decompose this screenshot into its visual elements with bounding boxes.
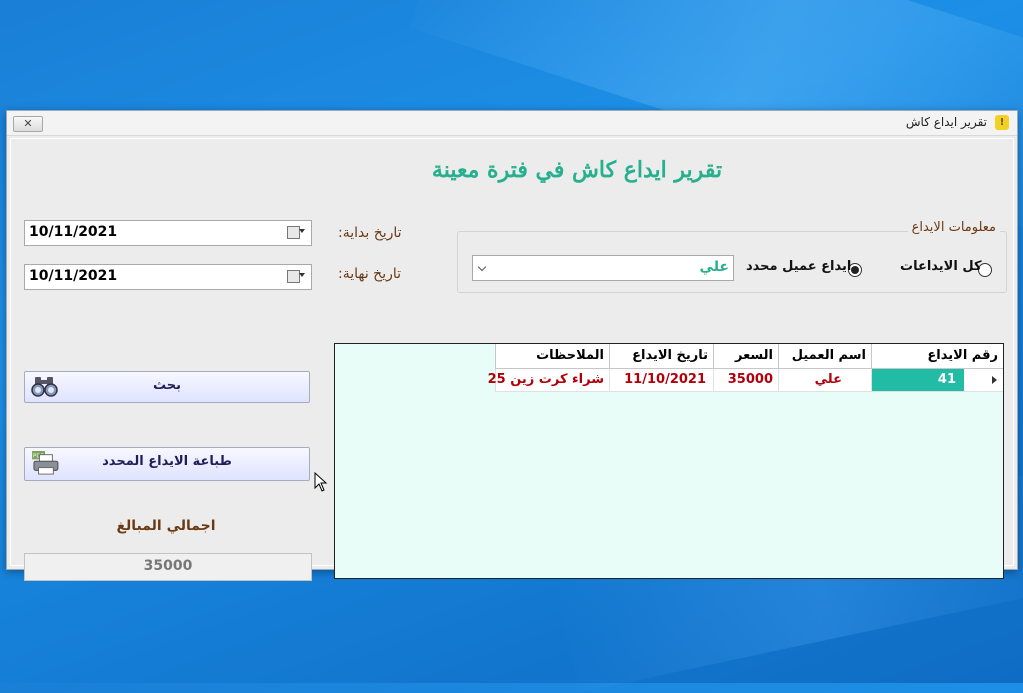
row-selector-icon <box>992 376 997 384</box>
customer-select[interactable]: علي <box>472 255 734 281</box>
cell-price[interactable]: 35000 <box>713 369 779 391</box>
page-title: تقرير ايداع كاش في فترة معينة <box>431 157 723 183</box>
end-date-value: 10/11/2021 <box>29 268 118 284</box>
print-selected-button[interactable]: PDF طباعة الايداع المحدد <box>24 447 310 481</box>
cell-date[interactable]: 11/10/2021 <box>609 369 714 391</box>
end-date-picker[interactable]: 10/11/2021 <box>24 264 312 290</box>
search-button-label: بحث <box>152 378 181 393</box>
column-header-price[interactable]: السعر <box>713 344 779 368</box>
search-button[interactable]: بحث <box>24 371 310 403</box>
deposit-info-title: معلومات الايداع <box>907 220 1000 235</box>
report-window: ✕ تقرير ايداع كاش ! تقرير ايداع كاش في ف… <box>6 110 1018 581</box>
cell-notes[interactable]: شراء كرت زين 25 <box>488 369 610 391</box>
shield-icon: ! <box>995 115 1009 130</box>
total-amount-field: 35000 <box>24 553 312 581</box>
column-header-date[interactable]: تاريخ الايداع <box>609 344 714 368</box>
start-date-value: 10/11/2021 <box>29 224 118 240</box>
cell-deposit-id[interactable]: 41 <box>871 369 964 391</box>
radio-all-deposits-label[interactable]: كل الايداعات <box>900 259 982 274</box>
column-header-deposit-id[interactable]: رقم الايداع <box>871 344 1004 368</box>
form-client-area: تقرير ايداع كاش في فترة معينة 10/11/2021… <box>10 138 1014 581</box>
cell-customer[interactable]: علي <box>778 369 872 391</box>
total-amount-label: اجمالي المبالغ <box>116 518 216 534</box>
total-amount-value: 35000 <box>143 558 193 574</box>
customer-select-value: علي <box>699 259 729 275</box>
start-date-label: تاريخ بداية: <box>338 225 402 241</box>
window-title: تقرير ايداع كاش <box>905 115 987 129</box>
close-button[interactable]: ✕ <box>13 116 43 132</box>
mouse-cursor-icon <box>314 472 328 492</box>
table-row[interactable]: 41 علي 35000 11/10/2021 شراء كرت زين 25 <box>488 369 1003 392</box>
end-date-label: تاريخ نهاية: <box>338 266 402 282</box>
title-bar: ✕ تقرير ايداع كاش ! <box>7 111 1017 136</box>
table-header: رقم الايداع اسم العميل السعر تاريخ الايد… <box>495 344 1003 369</box>
print-selected-button-label: طباعة الايداع المحدد <box>102 454 232 469</box>
radio-specific-customer-label[interactable]: ايداع عميل محدد <box>746 259 851 274</box>
column-header-notes[interactable]: الملاحظات <box>495 344 610 368</box>
calendar-dropdown-icon[interactable] <box>287 225 305 239</box>
column-header-customer[interactable]: اسم العميل <box>778 344 872 368</box>
chevron-down-icon[interactable] <box>477 262 487 272</box>
start-date-picker[interactable]: 10/11/2021 <box>24 220 312 246</box>
deposits-table[interactable]: رقم الايداع اسم العميل السعر تاريخ الايد… <box>334 343 1004 579</box>
deposit-info-group: معلومات الايداع كل الايداعات ايداع عميل … <box>457 220 1007 293</box>
calendar-dropdown-icon[interactable] <box>287 269 305 283</box>
